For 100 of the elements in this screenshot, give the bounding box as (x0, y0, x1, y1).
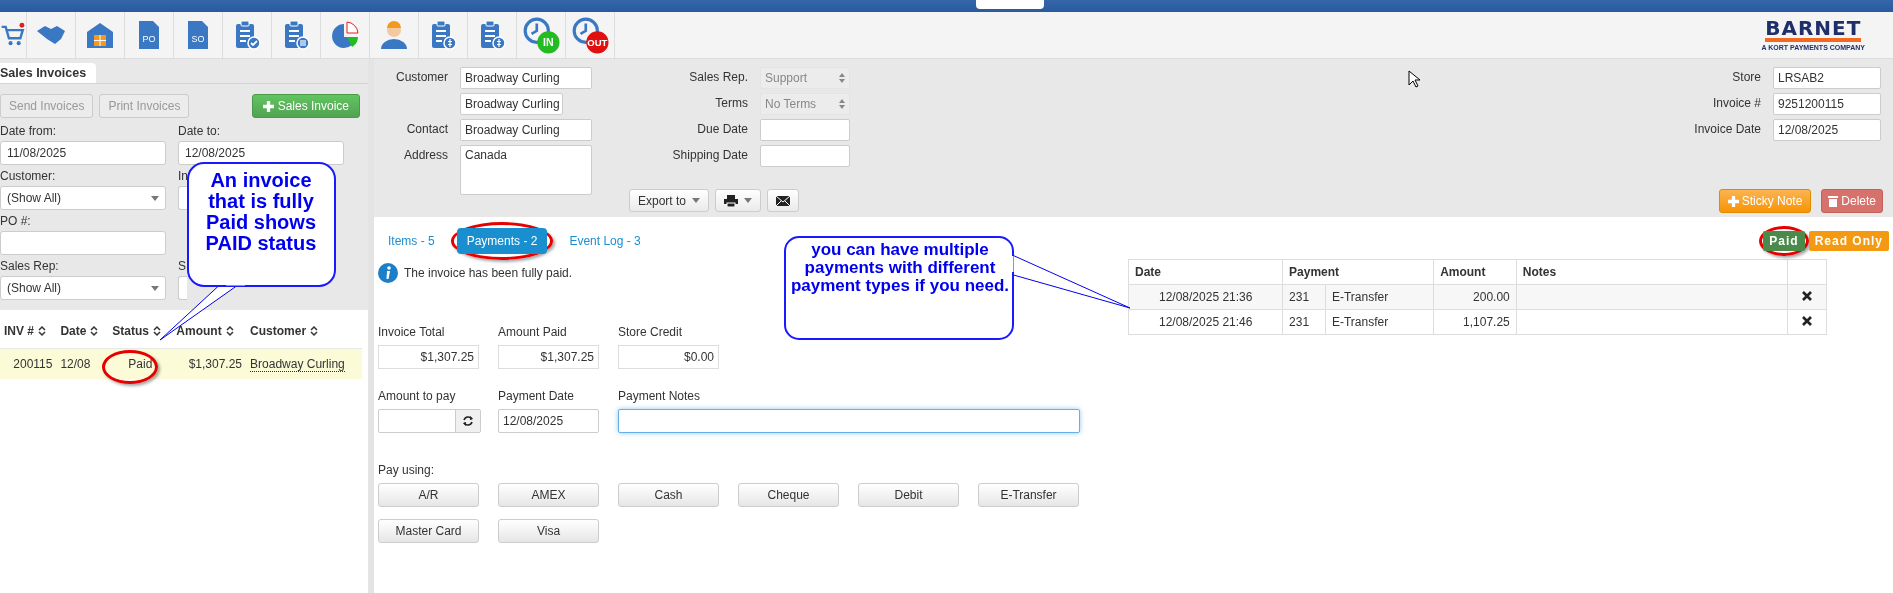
filter-input[interactable] (178, 186, 187, 210)
filter-input[interactable]: 12/08/2025 (178, 141, 344, 165)
payment-method-button[interactable]: E-Transfer (978, 483, 1079, 507)
text-field[interactable]: Broadway Curling (460, 67, 592, 89)
column-header: Payment (1289, 265, 1340, 279)
date-field[interactable] (760, 119, 850, 141)
payment-method-button[interactable]: A/R (378, 483, 479, 507)
payment-method-button[interactable]: Debit (858, 483, 959, 507)
field-label: Contact (405, 121, 448, 138)
address-field[interactable]: Canada (460, 145, 592, 195)
select-arrows-icon (839, 73, 845, 83)
payment-method-button[interactable]: Cheque (738, 483, 839, 507)
delete-icon[interactable] (1802, 291, 1813, 301)
filter-input[interactable] (178, 276, 187, 300)
date-field[interactable]: 12/08/2025 (498, 409, 599, 433)
export-button[interactable]: Export to (629, 189, 710, 212)
pie-chart-icon[interactable] (329, 19, 361, 51)
date-field[interactable] (760, 145, 850, 167)
filter-input[interactable]: 11/08/2025 (0, 141, 166, 165)
field-label: Amount to pay (378, 389, 457, 403)
field-label: S (178, 259, 186, 273)
tab[interactable]: Items - 5 (378, 228, 445, 254)
field-label: Pay using: (378, 463, 435, 477)
field-label: Payment Date (498, 389, 576, 403)
delete-icon[interactable] (1802, 316, 1813, 326)
mouse-cursor-icon (1408, 70, 1420, 88)
field-label: Date to: (178, 124, 222, 138)
plus-icon (262, 100, 274, 112)
field-label: Invoice # (1711, 95, 1761, 112)
callout-text: you can have multiple payments with different payment types if you need. (789, 241, 1011, 295)
column-header[interactable]: Status (112, 324, 150, 338)
table-cell: 1,107.25 (1463, 315, 1510, 329)
panel-tab[interactable]: Sales Invoices (0, 63, 97, 83)
person-icon[interactable] (378, 19, 410, 51)
text-field[interactable]: 12/08/2025 (1773, 119, 1881, 141)
payment-method-button[interactable]: AMEX (498, 483, 599, 507)
column-header[interactable]: Amount (176, 324, 222, 338)
field-label: Customer (395, 69, 448, 86)
field-label: Due Date (696, 121, 748, 138)
notes-field[interactable] (618, 409, 1080, 433)
field-label: Sales Rep. (688, 69, 748, 86)
field-label: Sales Rep: (0, 259, 60, 273)
field-label: PO #: (0, 214, 32, 228)
field-label: In (178, 169, 188, 183)
filter-select[interactable]: (Show All) (0, 186, 166, 210)
printer-icon (724, 194, 739, 207)
text-field[interactable]: Broadway Curling (460, 119, 592, 141)
email-button[interactable] (767, 189, 800, 212)
field-label: Address (402, 147, 448, 164)
info-message: The invoice has been fully paid. (404, 266, 573, 280)
dropdown-arrow-icon (151, 285, 159, 291)
table-cell: $1,307.25 (188, 357, 243, 371)
tab[interactable]: Payments - 2 (456, 228, 548, 254)
sort-icon[interactable] (38, 325, 46, 337)
status-badge: Read Only (1808, 231, 1889, 251)
field-label: Amount Paid (498, 325, 568, 339)
sort-icon[interactable] (225, 325, 234, 337)
column-header[interactable]: Customer (250, 324, 307, 338)
field-label: Store Credit (618, 325, 684, 339)
amount-input[interactable] (378, 409, 481, 433)
text-field[interactable]: 9251200115 (1773, 93, 1881, 115)
amount-field: $1,307.25 (498, 345, 599, 369)
logo-wordmark: BARNET (1765, 19, 1862, 42)
dropdown-arrow-icon (744, 198, 753, 203)
dropdown-arrow-icon (692, 198, 701, 203)
table-cell: Paid (128, 357, 153, 371)
column-header: Notes (1522, 265, 1557, 279)
sort-icon[interactable] (90, 325, 99, 337)
print-button[interactable] (715, 189, 762, 212)
sort-icon[interactable] (310, 325, 319, 337)
trash-icon (1828, 195, 1839, 207)
payment-method-button[interactable]: Master Card (378, 519, 479, 543)
column-header[interactable]: INV # (4, 324, 34, 338)
status-badge: Paid (1763, 231, 1805, 251)
field-label: Date from: (0, 124, 57, 138)
payment-method-button[interactable]: Visa (498, 519, 599, 543)
column-header: Date (1135, 265, 1161, 279)
plus-icon (1727, 195, 1739, 207)
envelope-icon (776, 195, 791, 206)
field-label: Invoice Total (378, 325, 446, 339)
table-cell: 12/08/2025 21:36 (1159, 290, 1253, 304)
filter-select[interactable]: (Show All) (0, 276, 166, 300)
table-cell: 231 (1289, 315, 1310, 329)
table-cell: E-Transfer (1331, 315, 1389, 329)
column-header[interactable]: Date (60, 324, 87, 338)
text-field[interactable]: Broadway Curling (460, 93, 563, 115)
payment-method-button[interactable]: Cash (618, 483, 719, 507)
sort-icon[interactable] (153, 325, 162, 337)
table-cell: 12/08 (60, 357, 91, 371)
tab[interactable]: Event Log - 3 (559, 228, 651, 254)
callout-text: An invoice that is fully Paid shows PAID status (204, 170, 318, 254)
text-field[interactable]: LRSAB2 (1773, 67, 1881, 89)
field-label: Customer: (0, 169, 57, 183)
filter-input[interactable] (0, 231, 166, 255)
field-label: Store (1731, 69, 1761, 86)
amount-field: $1,307.25 (378, 345, 479, 369)
table-cell: E-Transfer (1331, 290, 1389, 304)
amount-field: $0.00 (618, 345, 719, 369)
table-cell: 200115 (13, 357, 53, 371)
refresh-icon[interactable] (462, 415, 474, 427)
